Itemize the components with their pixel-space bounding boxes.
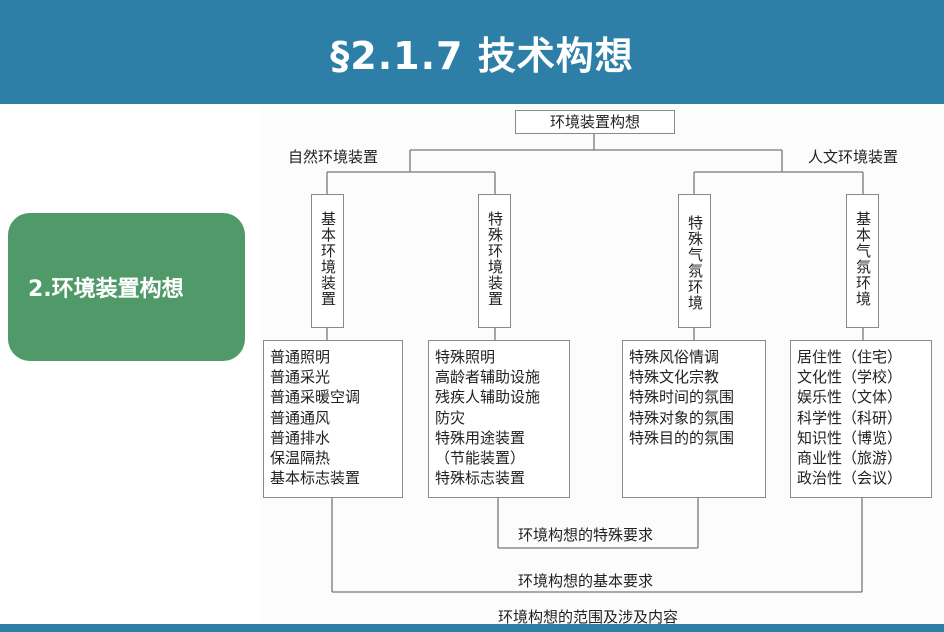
list-item: 居住性（住宅） <box>797 348 903 366</box>
column-heading-0: 基本环境装置 <box>311 194 344 328</box>
humanistic-branch-label: 人文环境装置 <box>808 148 899 166</box>
column-list-1: 特殊照明 高龄者辅助设施 残疾人辅助设施 防灾 特殊用途装置 （节能装置） 特殊… <box>428 340 570 498</box>
header-bar: §2.1.7 技术构想 <box>0 0 944 104</box>
list-item: 特殊风俗情调 <box>629 348 720 366</box>
column-heading-3-label: 基本气氛环境 <box>854 211 872 307</box>
column-heading-2-label: 特殊气氛环境 <box>686 215 704 311</box>
list-item: 特殊文化宗教 <box>629 368 720 387</box>
column-heading-1: 特殊环境装置 <box>478 194 511 328</box>
footer-bar <box>0 624 944 632</box>
column-list-3: 居住性（住宅） 文化性（学校） 娱乐性（文体） 科学性（科研） 知识性（博览） … <box>790 340 932 498</box>
section-card[interactable]: 2.环境装置构想 <box>8 213 245 361</box>
section-card-label: 2.环境装置构想 <box>28 277 184 302</box>
list-item: （节能装置） <box>435 449 526 468</box>
list-item: 残疾人辅助设施 <box>435 388 541 407</box>
list-item: 特殊标志装置 <box>435 469 526 488</box>
column-list-2: 特殊风俗情调 特殊文化宗教 特殊时间的氛围 特殊对象的氛围 特殊目的的氛围 <box>622 340 766 498</box>
column-heading-0-label: 基本环境装置 <box>319 211 337 307</box>
column-heading-3: 基本气氛环境 <box>846 194 879 328</box>
column-list-0: 普通照明 普通采光 普通采暖空调 普通通风 普通排水 保温隔热 基本标志装置 <box>263 340 403 498</box>
list-item: 普通采光 <box>270 368 331 387</box>
list-item: 特殊目的的氛围 <box>629 428 735 447</box>
column-heading-2: 特殊气氛环境 <box>678 194 711 328</box>
natural-branch-label: 自然环境装置 <box>288 148 379 166</box>
root-node-label: 环境装置构想 <box>549 113 640 131</box>
list-item: 商业性（旅游） <box>797 449 903 468</box>
column-heading-1-label: 特殊环境装置 <box>486 211 504 307</box>
environment-device-diagram: 环境装置构想 自然环境装置 人文环境装置 基本环境装置 特殊环境装置 特殊气氛环… <box>260 104 944 626</box>
list-item: 保温隔热 <box>270 449 331 468</box>
list-item: 知识性（博览） <box>797 428 903 447</box>
list-item: 特殊时间的氛围 <box>629 388 735 407</box>
list-item: 特殊照明 <box>435 348 496 366</box>
list-item: 普通采暖空调 <box>270 388 361 407</box>
root-node: 环境装置构想 <box>515 110 675 134</box>
basic-requirement-label: 环境构想的基本要求 <box>518 572 654 590</box>
special-requirement-label: 环境构想的特殊要求 <box>518 526 654 544</box>
list-item: 普通排水 <box>270 428 331 447</box>
list-item: 特殊用途装置 <box>435 428 526 447</box>
list-item: 普通通风 <box>270 408 331 427</box>
page-title: §2.1.7 技术构想 <box>330 33 634 78</box>
list-item: 科学性（科研） <box>797 408 903 427</box>
list-item: 防灾 <box>435 408 466 427</box>
list-item: 文化性（学校） <box>797 368 903 387</box>
list-item: 基本标志装置 <box>270 469 361 488</box>
list-item: 普通照明 <box>270 348 331 366</box>
list-item: 娱乐性（文体） <box>797 388 903 407</box>
list-item: 政治性（会议） <box>797 469 903 488</box>
list-item: 高龄者辅助设施 <box>435 368 541 387</box>
list-item: 特殊对象的氛围 <box>629 408 735 427</box>
